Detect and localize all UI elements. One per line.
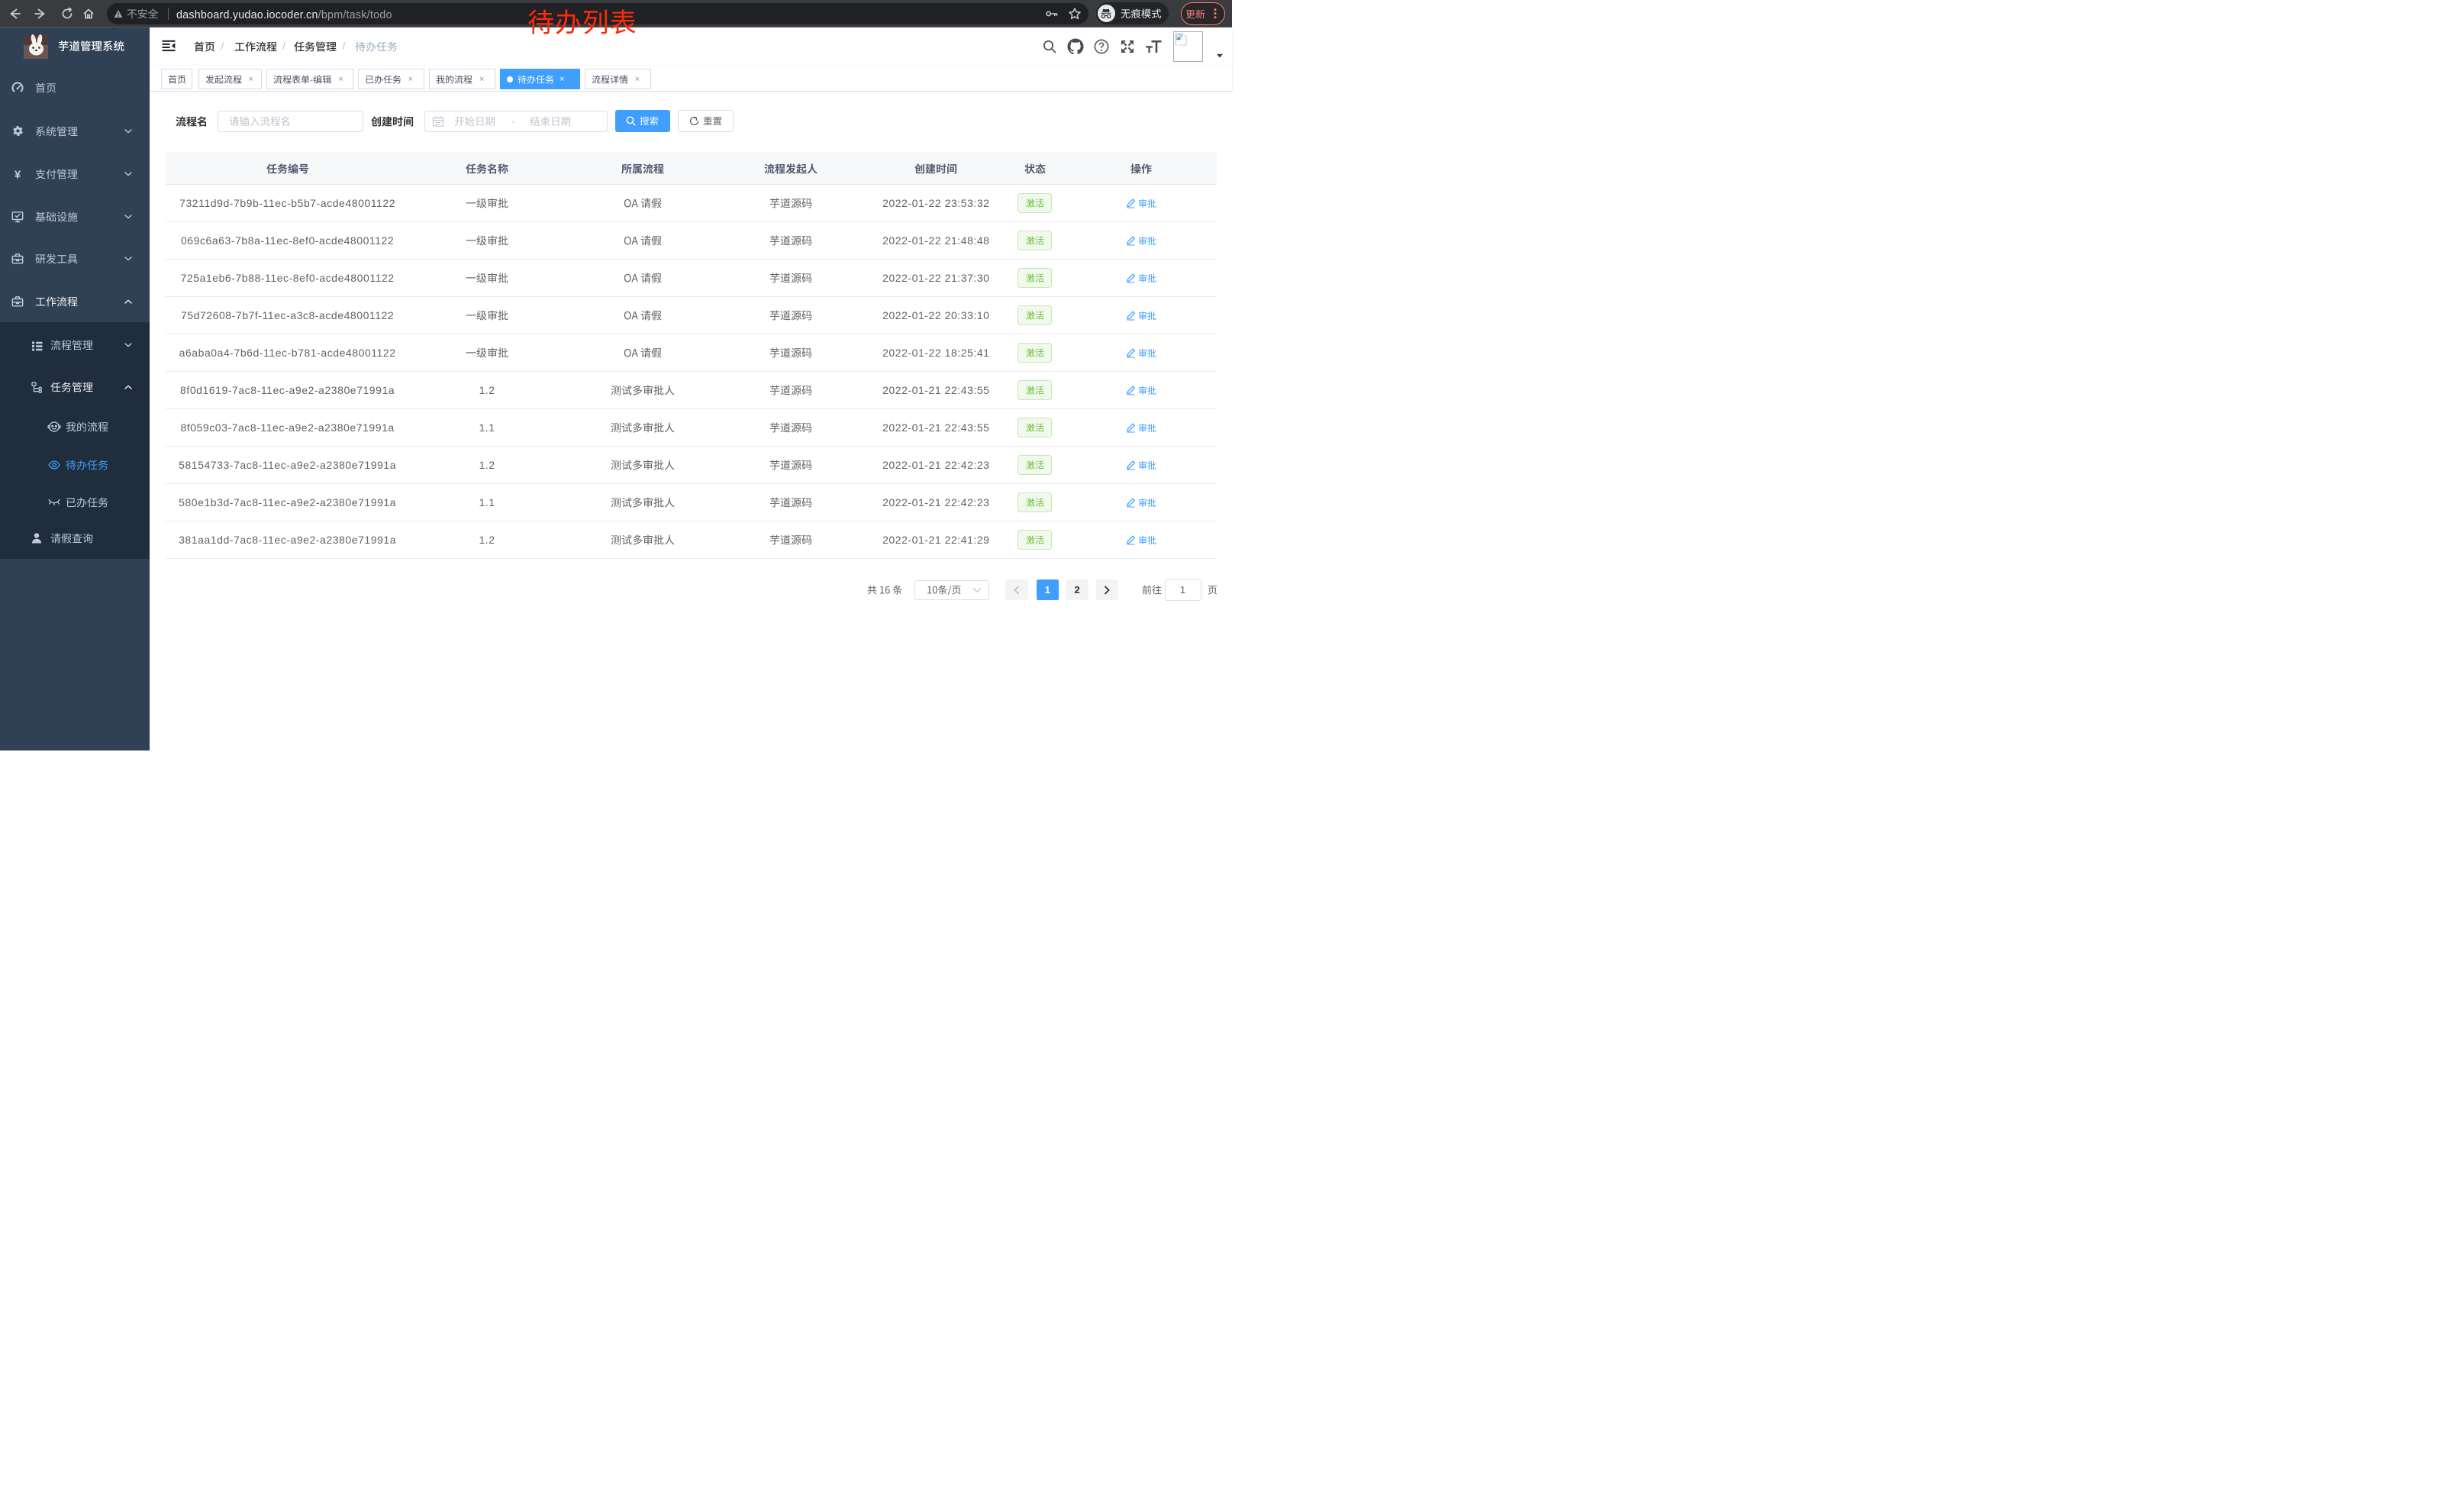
svg-text:¥: ¥: [15, 168, 21, 179]
